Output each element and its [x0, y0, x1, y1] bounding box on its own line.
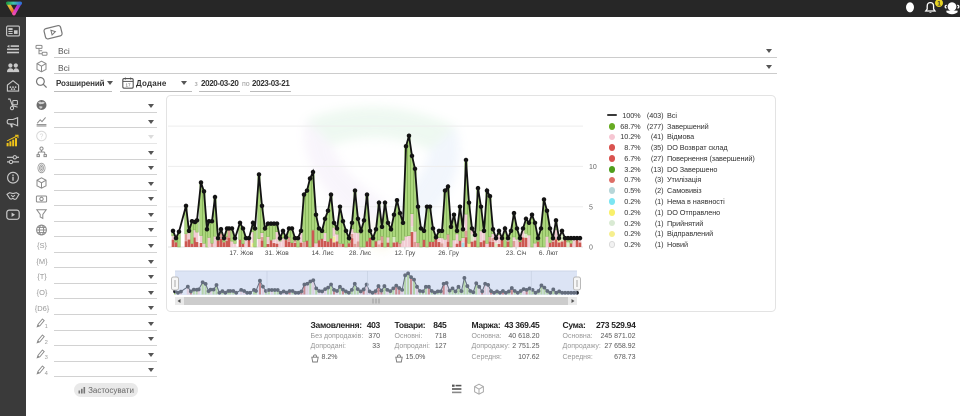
svg-text:31. Жов: 31. Жов: [265, 250, 289, 257]
svg-text:28. Лис: 28. Лис: [349, 250, 372, 257]
svg-text:17: 17: [125, 83, 131, 88]
svg-text:1: 1: [45, 324, 48, 329]
svg-text:{D6}: {D6}: [35, 303, 50, 312]
svg-text:12. Гру: 12. Гру: [395, 250, 417, 257]
svg-text:1: 1: [937, 1, 941, 8]
svg-text:?: ?: [40, 134, 44, 141]
svg-text:2: 2: [45, 340, 48, 345]
svg-text:3: 3: [45, 355, 48, 360]
svg-text:23. Січ: 23. Січ: [506, 249, 526, 257]
svg-text:6. Лют: 6. Лют: [539, 250, 558, 257]
svg-text:26. Гру: 26. Гру: [438, 250, 460, 257]
svg-text:14. Лис: 14. Лис: [312, 250, 335, 257]
svg-text:4: 4: [45, 371, 49, 376]
svg-text:{S}: {S}: [37, 241, 48, 250]
svg-text:{T}: {T}: [37, 272, 47, 281]
svg-text:17. Жов: 17. Жов: [229, 250, 253, 257]
svg-text:{M}: {M}: [36, 257, 48, 266]
svg-text:{O}: {O}: [37, 288, 48, 297]
